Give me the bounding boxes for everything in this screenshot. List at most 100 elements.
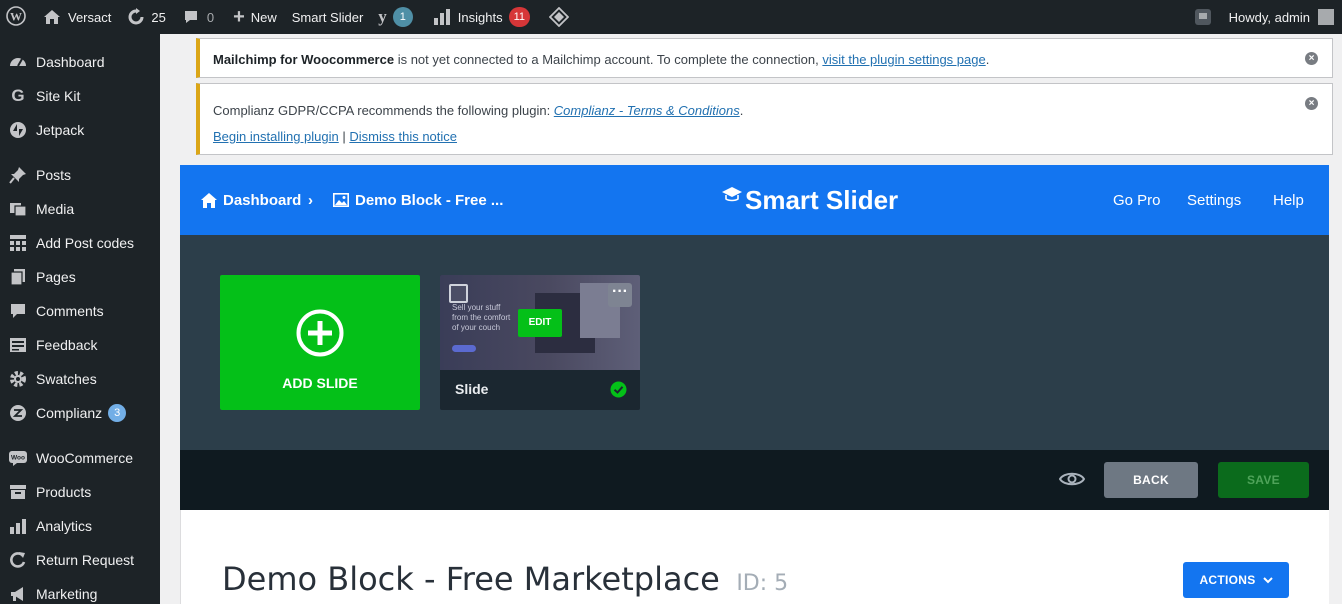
- breadcrumb-label: Demo Block - Free ...: [355, 191, 504, 209]
- notice-text: is not yet connected to a Mailchimp acco…: [394, 52, 823, 67]
- yoast-menu[interactable]: y 1: [370, 0, 420, 34]
- close-icon[interactable]: ×: [1305, 52, 1318, 65]
- sidebar-item-analytics[interactable]: Analytics: [0, 509, 160, 543]
- sidebar-item-media[interactable]: Media: [0, 192, 160, 226]
- smart-slider-menu[interactable]: Smart Slider: [284, 0, 371, 34]
- avatar: [1318, 9, 1334, 25]
- pages-icon: [8, 267, 28, 287]
- sidebar-item-complianz[interactable]: Complianz 3: [0, 396, 160, 430]
- slide-card[interactable]: Sell your stuff from the comfort of your…: [440, 275, 640, 410]
- sidebar-item-pages[interactable]: Pages: [0, 260, 160, 294]
- sidebar-item-label: Media: [36, 201, 75, 217]
- plus-circle-icon: [296, 309, 344, 357]
- settings-link[interactable]: Settings: [1187, 165, 1241, 235]
- sidebar-item-label: Site Kit: [36, 88, 81, 104]
- sidebar-item-site-kit[interactable]: G Site Kit: [0, 79, 160, 113]
- back-button[interactable]: BACK: [1104, 462, 1198, 498]
- plugin-settings-link[interactable]: visit the plugin settings page: [822, 52, 985, 67]
- sidebar-item-swatches[interactable]: Swatches: [0, 362, 160, 396]
- notification-menu[interactable]: [1187, 0, 1222, 34]
- grid-icon: [8, 233, 28, 253]
- insights-badge: 11: [508, 7, 531, 27]
- smart-slider-label: Smart Slider: [291, 9, 364, 25]
- slides-manager: ADD SLIDE Sell your stuff from the comfo…: [180, 235, 1329, 450]
- sidebar-item-label: Posts: [36, 167, 72, 183]
- sidebar-item-products[interactable]: Products: [0, 475, 160, 509]
- bar-chart-icon: [8, 516, 28, 536]
- dismiss-notice-link[interactable]: Dismiss this notice: [349, 129, 457, 144]
- sidebar-item-add-post-codes[interactable]: Add Post codes: [0, 226, 160, 260]
- actions-dropdown-button[interactable]: ACTIONS: [1183, 562, 1289, 598]
- sidebar-item-label: Return Request: [36, 552, 135, 568]
- new-content-menu[interactable]: + New: [221, 0, 284, 34]
- svg-text:Woo: Woo: [11, 455, 25, 462]
- sidebar-item-feedback[interactable]: Feedback: [0, 328, 160, 362]
- slider-title-row: Demo Block - Free Marketplace ID: 5: [222, 560, 788, 598]
- comments-count: 0: [206, 9, 215, 25]
- published-check-icon[interactable]: [610, 381, 627, 398]
- thumbnail-line: Sell your stuff: [452, 303, 501, 312]
- site-name-menu[interactable]: Versact: [36, 0, 118, 34]
- diamond-menu[interactable]: [537, 0, 576, 34]
- wp-logo-menu[interactable]: W: [0, 0, 36, 34]
- breadcrumb-dashboard[interactable]: Dashboard: [201, 165, 301, 235]
- new-label: New: [250, 9, 277, 25]
- sidebar-item-marketing[interactable]: Marketing: [0, 577, 160, 604]
- breadcrumb-slider[interactable]: Demo Block - Free ...: [333, 165, 503, 235]
- sidebar-item-label: Marketing: [36, 586, 98, 602]
- chevron-right-icon: ›: [308, 191, 313, 209]
- gear-icon: [8, 369, 28, 389]
- sidebar-item-posts[interactable]: Posts: [0, 158, 160, 192]
- link-separator: |: [338, 129, 350, 144]
- notice-text-end: .: [739, 103, 744, 118]
- go-pro-link[interactable]: Go Pro: [1113, 165, 1161, 235]
- edit-slide-button[interactable]: EDIT: [518, 309, 562, 337]
- sidebar-item-return-request[interactable]: Return Request: [0, 543, 160, 577]
- image-icon: [333, 193, 349, 207]
- thumbnail-line: from the comfort: [452, 313, 511, 322]
- home-icon: [201, 192, 217, 208]
- add-slide-button[interactable]: ADD SLIDE: [220, 275, 420, 410]
- updates-menu[interactable]: 25: [118, 0, 172, 34]
- comments-menu[interactable]: 0: [173, 0, 221, 34]
- close-icon[interactable]: ×: [1305, 97, 1318, 110]
- sidebar-item-woocommerce[interactable]: Woo WooCommerce: [0, 441, 160, 475]
- site-name: Versact: [68, 9, 112, 25]
- my-account-menu[interactable]: Howdy, admin: [1222, 0, 1342, 34]
- save-button[interactable]: SAVE: [1218, 462, 1309, 498]
- notice-plugin-name: Mailchimp for Woocommerce: [213, 52, 395, 67]
- preview-eye-icon[interactable]: [1059, 468, 1085, 490]
- complianz-icon: [8, 403, 28, 423]
- admin-sidebar: Dashboard G Site Kit Jetpack Posts Media…: [0, 34, 160, 604]
- comment-icon: [183, 9, 199, 25]
- sidebar-item-label: Feedback: [36, 337, 98, 353]
- select-checkbox[interactable]: [449, 284, 468, 303]
- comment-icon: [8, 301, 28, 321]
- thumbnail-text: Sell your stuff from the comfort of your…: [452, 303, 510, 333]
- actions-label: ACTIONS: [1199, 573, 1256, 587]
- sidebar-item-comments[interactable]: Comments: [0, 294, 160, 328]
- help-link[interactable]: Help: [1273, 165, 1304, 235]
- chevron-down-icon: [1262, 576, 1273, 584]
- wordpress-icon: W: [6, 5, 26, 29]
- insights-menu[interactable]: Insights 11: [420, 0, 537, 34]
- slider-title: Demo Block - Free Marketplace: [222, 560, 720, 598]
- sidebar-item-label: Jetpack: [36, 122, 85, 138]
- sidebar-item-label: Products: [36, 484, 92, 500]
- more-options-icon[interactable]: ···: [608, 283, 632, 307]
- sidebar-item-dashboard[interactable]: Dashboard: [0, 45, 160, 79]
- pin-icon: [8, 165, 28, 185]
- slide-thumbnail[interactable]: Sell your stuff from the comfort of your…: [440, 275, 640, 370]
- terms-plugin-link[interactable]: Complianz - Terms & Conditions: [554, 103, 740, 118]
- google-icon: G: [11, 86, 25, 105]
- slider-id-label: ID: 5: [736, 571, 789, 596]
- sidebar-item-jetpack[interactable]: Jetpack: [0, 113, 160, 147]
- sidebar-item-label: WooCommerce: [36, 450, 133, 466]
- yoast-icon: y: [378, 7, 387, 26]
- begin-installing-link[interactable]: Begin installing plugin: [213, 129, 339, 144]
- sidebar-item-label: Dashboard: [36, 54, 105, 70]
- mailchimp-notice: Mailchimp for Woocommerce is not yet con…: [196, 38, 1333, 78]
- woo-icon: Woo: [8, 448, 28, 468]
- smart-slider-header: Dashboard › Demo Block - Free ... Smart …: [180, 165, 1329, 235]
- smart-slider-logo: Smart Slider: [720, 183, 898, 217]
